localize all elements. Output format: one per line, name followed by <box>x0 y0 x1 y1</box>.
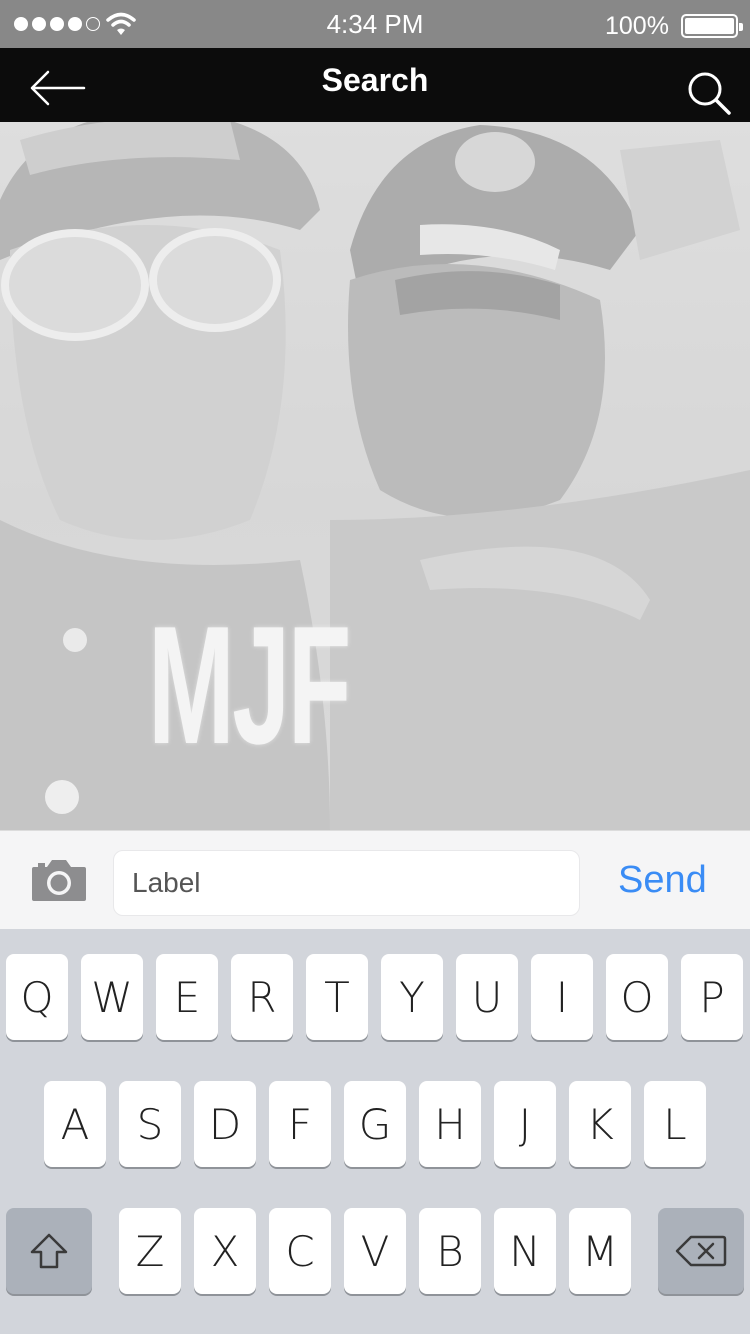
jacket-lettering: MJF <box>148 591 351 779</box>
key-u[interactable]: U <box>456 954 518 1040</box>
keyboard: Q W E R T Y U I O P A S D F G H J K L Z … <box>0 929 750 1334</box>
battery-icon <box>681 14 743 38</box>
key-h[interactable]: H <box>419 1081 481 1167</box>
key-d[interactable]: D <box>194 1081 256 1167</box>
battery-fill <box>685 18 734 34</box>
key-q[interactable]: Q <box>6 954 68 1040</box>
key-z[interactable]: Z <box>119 1208 181 1294</box>
key-l[interactable]: L <box>644 1081 706 1167</box>
label-input[interactable] <box>113 850 580 916</box>
battery-cap <box>739 23 743 31</box>
shift-key[interactable] <box>6 1208 92 1294</box>
status-bar: 4:34 PM 100% <box>0 0 750 48</box>
compose-bar: Send <box>0 830 750 929</box>
battery-percentage: 100% <box>605 12 669 40</box>
camera-icon[interactable] <box>30 857 88 903</box>
key-w[interactable]: W <box>81 954 143 1040</box>
key-a[interactable]: A <box>44 1081 106 1167</box>
key-t[interactable]: T <box>306 954 368 1040</box>
key-i[interactable]: I <box>531 954 593 1040</box>
key-v[interactable]: V <box>344 1208 406 1294</box>
key-o[interactable]: O <box>606 954 668 1040</box>
key-j[interactable]: J <box>494 1081 556 1167</box>
key-c[interactable]: C <box>269 1208 331 1294</box>
backspace-icon <box>675 1235 727 1267</box>
key-f[interactable]: F <box>269 1081 331 1167</box>
key-p[interactable]: P <box>681 954 743 1040</box>
navigation-bar: Search <box>0 48 750 122</box>
key-n[interactable]: N <box>494 1208 556 1294</box>
background-photo: MJF <box>0 0 750 830</box>
page-title: Search <box>321 62 429 98</box>
key-k[interactable]: K <box>569 1081 631 1167</box>
key-e[interactable]: E <box>156 954 218 1040</box>
key-m[interactable]: M <box>569 1208 631 1294</box>
shift-icon <box>30 1233 68 1269</box>
key-s[interactable]: S <box>119 1081 181 1167</box>
photo-shapes <box>0 0 750 830</box>
key-y[interactable]: Y <box>381 954 443 1040</box>
delete-key[interactable] <box>658 1208 744 1294</box>
key-g[interactable]: G <box>344 1081 406 1167</box>
key-r[interactable]: R <box>231 954 293 1040</box>
key-b[interactable]: B <box>419 1208 481 1294</box>
search-icon[interactable] <box>686 70 732 116</box>
send-button[interactable]: Send <box>618 859 707 902</box>
key-x[interactable]: X <box>194 1208 256 1294</box>
